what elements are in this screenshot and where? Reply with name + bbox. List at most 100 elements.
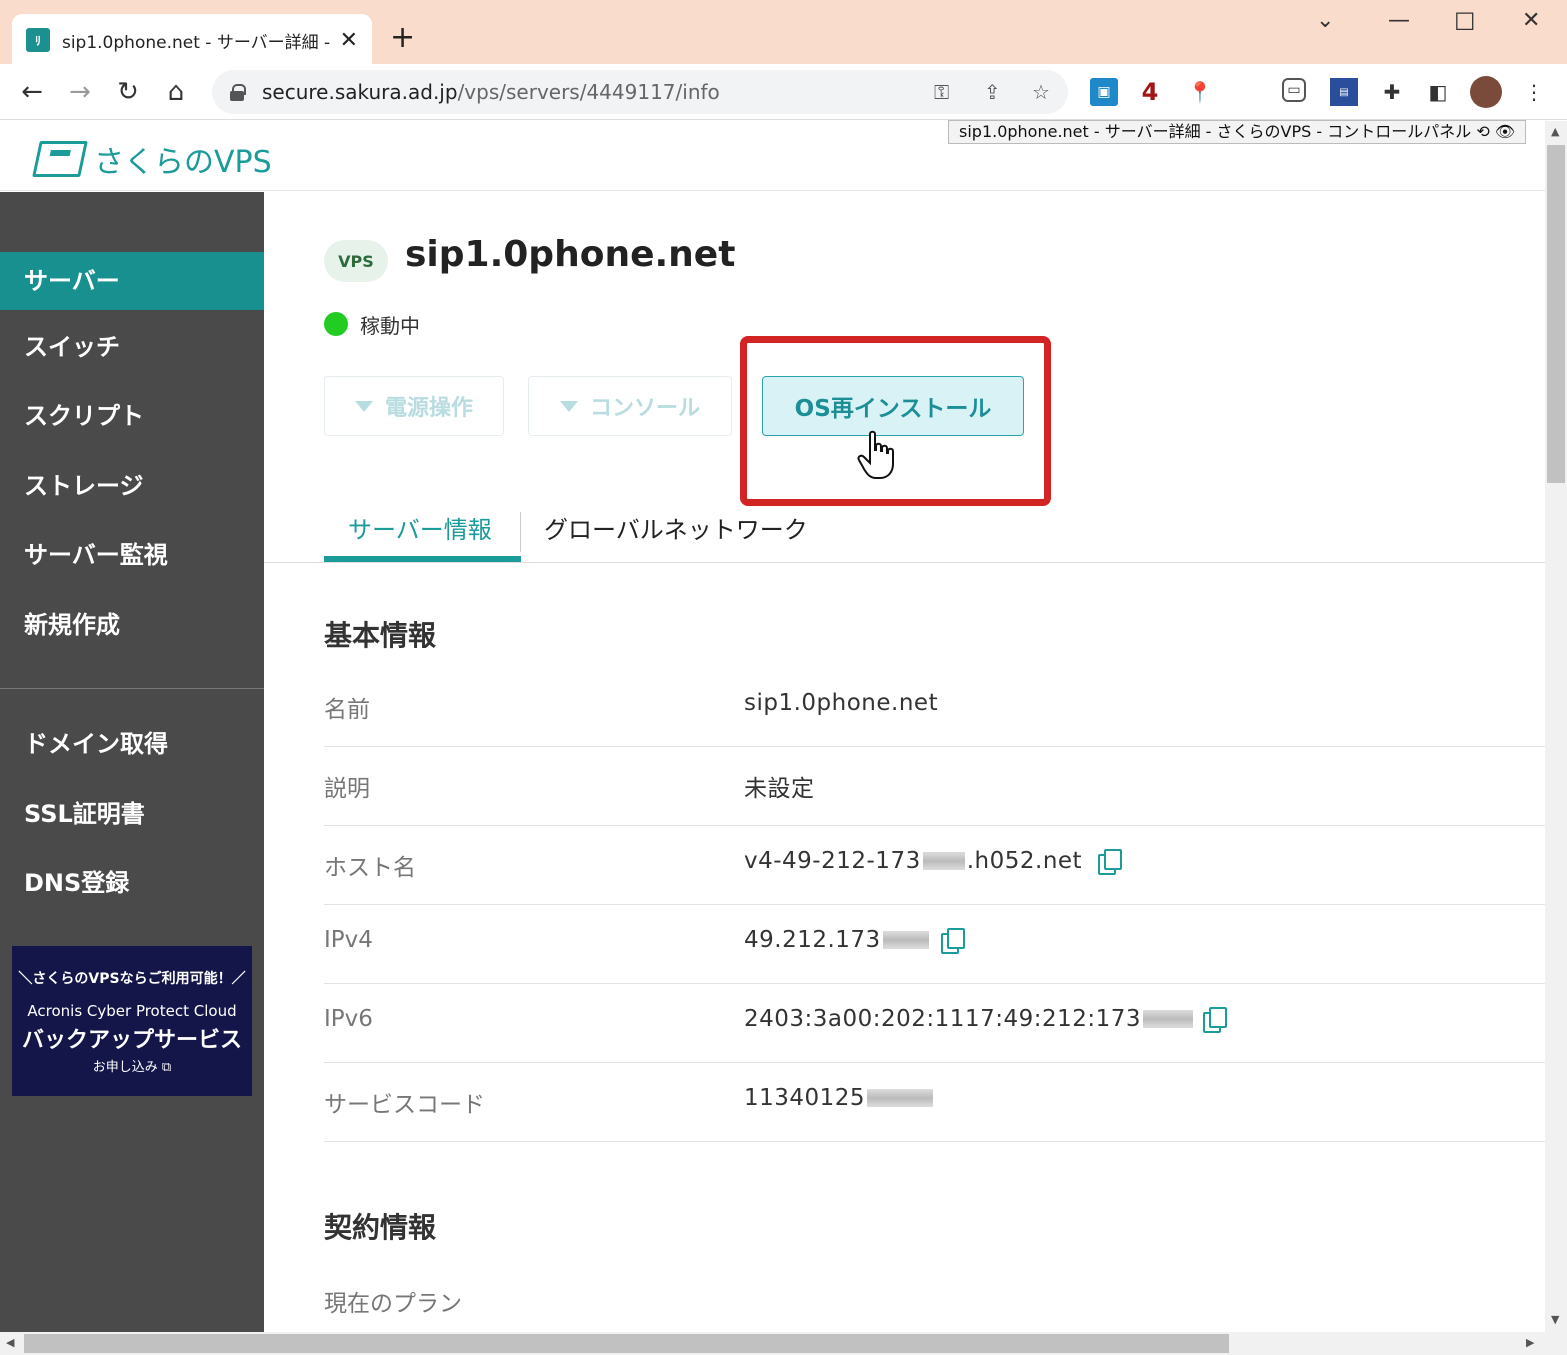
caret-down-icon <box>559 400 578 412</box>
copy-icon[interactable] <box>1098 849 1123 875</box>
tab-title: sip1.0phone.net - サーバー詳細 - さ <box>61 32 332 53</box>
server-name-title: sip1.0phone.net <box>405 234 736 275</box>
close-window-button[interactable]: ✕ <box>1522 8 1540 33</box>
line-extension-icon[interactable]: ▭ <box>1282 78 1306 102</box>
forward-button[interactable]: → <box>62 74 98 110</box>
banner-line4: お申し込み ⧉ <box>92 1060 172 1075</box>
bookmark-star-icon[interactable]: ☆ <box>1032 80 1050 104</box>
puzzle-icon[interactable]: ✚ <box>1378 78 1406 106</box>
row-label: IPv6 <box>324 1006 373 1032</box>
horizontal-scrollbar[interactable]: ◀ ▶ <box>0 1332 1567 1355</box>
sidebar-divider <box>0 688 264 689</box>
info-row-description: 説明 未設定 <box>324 747 1545 826</box>
power-control-button[interactable]: 電源操作 <box>324 376 504 436</box>
sidebar-item-ssl[interactable]: SSL証明書 <box>0 785 264 843</box>
tab-search-icon[interactable]: ⌄ <box>1316 8 1334 33</box>
browser-tab[interactable]: ﾘ sip1.0phone.net - サーバー詳細 - さ ✕ <box>12 14 372 66</box>
tab-close-icon[interactable]: ✕ <box>340 28 358 53</box>
menu-kebab-icon[interactable]: ⋮ <box>1520 78 1548 106</box>
tab-tooltip: sip1.0phone.net - サーバー詳細 - さくらのVPS - コント… <box>948 120 1527 144</box>
vps-badge: VPS <box>324 240 388 282</box>
contract-info-title: 契約情報 <box>324 1211 437 1244</box>
scroll-down-icon[interactable]: ▼ <box>1551 1313 1559 1326</box>
external-link-icon: ⧉ <box>161 1060 172 1075</box>
redacted-blur <box>1143 1010 1194 1028</box>
info-row-ipv6: IPv6 2403:3a00:202:1117:49:212:173 <box>324 984 1545 1063</box>
info-row-service-code: サービスコード 11340125 <box>324 1063 1545 1142</box>
home-button[interactable]: ⌂ <box>158 74 194 110</box>
backup-service-banner[interactable]: ＼さくらのVPSならご利用可能！／ Acronis Cyber Protect … <box>12 946 252 1096</box>
row-value: sip1.0phone.net <box>744 690 939 716</box>
row-value: 11340125 <box>744 1085 935 1111</box>
sidebar-item-storage[interactable]: ストレージ <box>0 457 264 515</box>
info-row-hostname: ホスト名 v4-49-212-173 .h052.net <box>324 826 1545 905</box>
vertical-scrollbar[interactable]: ▲ ▼ <box>1545 121 1567 1332</box>
browser-toolbar: ← → ↻ ⌂ secure.sakura.ad.jp/vps/servers/… <box>0 64 1567 120</box>
redacted-blur <box>922 852 965 870</box>
share-icon[interactable]: ⇪ <box>984 80 1001 104</box>
redacted-blur <box>867 1089 934 1107</box>
side-panel-icon[interactable]: ◧ <box>1424 78 1452 106</box>
sidebar-item-create[interactable]: 新規作成 <box>0 596 264 654</box>
copy-icon[interactable] <box>1203 1007 1228 1033</box>
tab-separator <box>520 512 521 552</box>
detail-tabs: サーバー情報 グローバルネットワーク <box>264 502 1545 563</box>
scroll-up-icon[interactable]: ▲ <box>1551 125 1559 138</box>
sidebar-item-monitoring[interactable]: サーバー監視 <box>0 526 264 584</box>
map-pin-icon[interactable]: 📍 <box>1186 78 1214 106</box>
status-running-icon <box>324 312 348 336</box>
info-row-ipv4: IPv4 49.212.173 <box>324 905 1545 984</box>
info-row-name: 名前 sip1.0phone.net <box>324 668 1545 747</box>
sidebar-item-dns[interactable]: DNS登録 <box>0 854 264 912</box>
sidebar-item-domain[interactable]: ドメイン取得 <box>0 715 264 773</box>
row-label: サービスコード <box>324 1092 485 1118</box>
sidebar-item-script[interactable]: スクリプト <box>0 387 264 445</box>
horizontal-scroll-thumb[interactable] <box>24 1334 1229 1353</box>
profile-avatar[interactable] <box>1470 76 1502 108</box>
logo-text: さくらのVPS <box>94 145 272 180</box>
sidebar-item-server[interactable]: サーバー <box>0 252 264 310</box>
main-content: VPS sip1.0phone.net 稼動中 電源操作 コンソール OS再イン… <box>264 192 1545 1332</box>
basic-info-title: 基本情報 <box>324 619 437 652</box>
tab-global-network[interactable]: グローバルネットワーク <box>544 510 808 545</box>
caret-down-icon <box>354 400 373 412</box>
status-text: 稼動中 <box>360 314 420 338</box>
vertical-scroll-thumb[interactable] <box>1547 145 1565 483</box>
sakura-favicon-icon: ﾘ <box>26 28 50 52</box>
sakura-logo-icon <box>32 141 88 177</box>
extension-window-icon[interactable]: ▣ <box>1090 78 1118 106</box>
row-value: 未設定 <box>744 776 815 802</box>
address-bar[interactable]: secure.sakura.ad.jp/vps/servers/4449117/… <box>212 70 1068 114</box>
reload-button[interactable]: ↻ <box>110 74 146 110</box>
banner-line2: Acronis Cyber Protect Cloud <box>27 1002 237 1020</box>
console-button[interactable]: コンソール <box>528 376 732 436</box>
extension-blue-icon[interactable]: ▤ <box>1330 78 1358 106</box>
minimize-button[interactable]: — <box>1388 8 1410 33</box>
row-label: 名前 <box>324 697 370 723</box>
scroll-left-icon[interactable]: ◀ <box>6 1336 14 1349</box>
hand-cursor-icon <box>857 430 894 479</box>
row-value: v4-49-212-173 .h052.net <box>744 848 1123 875</box>
maximize-button[interactable]: ☐ <box>1454 8 1476 36</box>
banner-line1: ＼さくらのVPSならご利用可能！／ <box>18 971 246 987</box>
lock-icon[interactable] <box>230 84 246 101</box>
row-value: 49.212.173 <box>744 927 965 954</box>
tab-server-info[interactable]: サーバー情報 <box>348 510 492 545</box>
current-plan-label: 現在のプラン <box>324 1291 462 1317</box>
active-tab-underline <box>324 556 521 562</box>
copy-icon[interactable] <box>940 928 965 954</box>
sidebar-item-switch[interactable]: スイッチ <box>0 318 264 376</box>
row-label: ホスト名 <box>324 855 416 881</box>
row-value: 2403:3a00:202:1117:49:212:173 <box>744 1006 1228 1033</box>
sakura-vps-logo[interactable]: さくらのVPS <box>32 137 272 181</box>
redacted-blur <box>882 931 929 949</box>
back-button[interactable]: ← <box>14 74 50 110</box>
new-tab-button[interactable]: + <box>390 20 415 56</box>
extension-4-icon[interactable]: 4 <box>1136 78 1164 106</box>
scroll-right-icon[interactable]: ▶ <box>1526 1336 1534 1349</box>
url-text: secure.sakura.ad.jp/vps/servers/4449117/… <box>262 80 720 104</box>
key-icon[interactable]: ⚿ <box>934 80 949 104</box>
row-label: 説明 <box>324 776 370 802</box>
row-label: IPv4 <box>324 927 373 953</box>
browser-tabbar: ﾘ sip1.0phone.net - サーバー詳細 - さ ✕ + ⌄ — ☐… <box>0 0 1567 66</box>
